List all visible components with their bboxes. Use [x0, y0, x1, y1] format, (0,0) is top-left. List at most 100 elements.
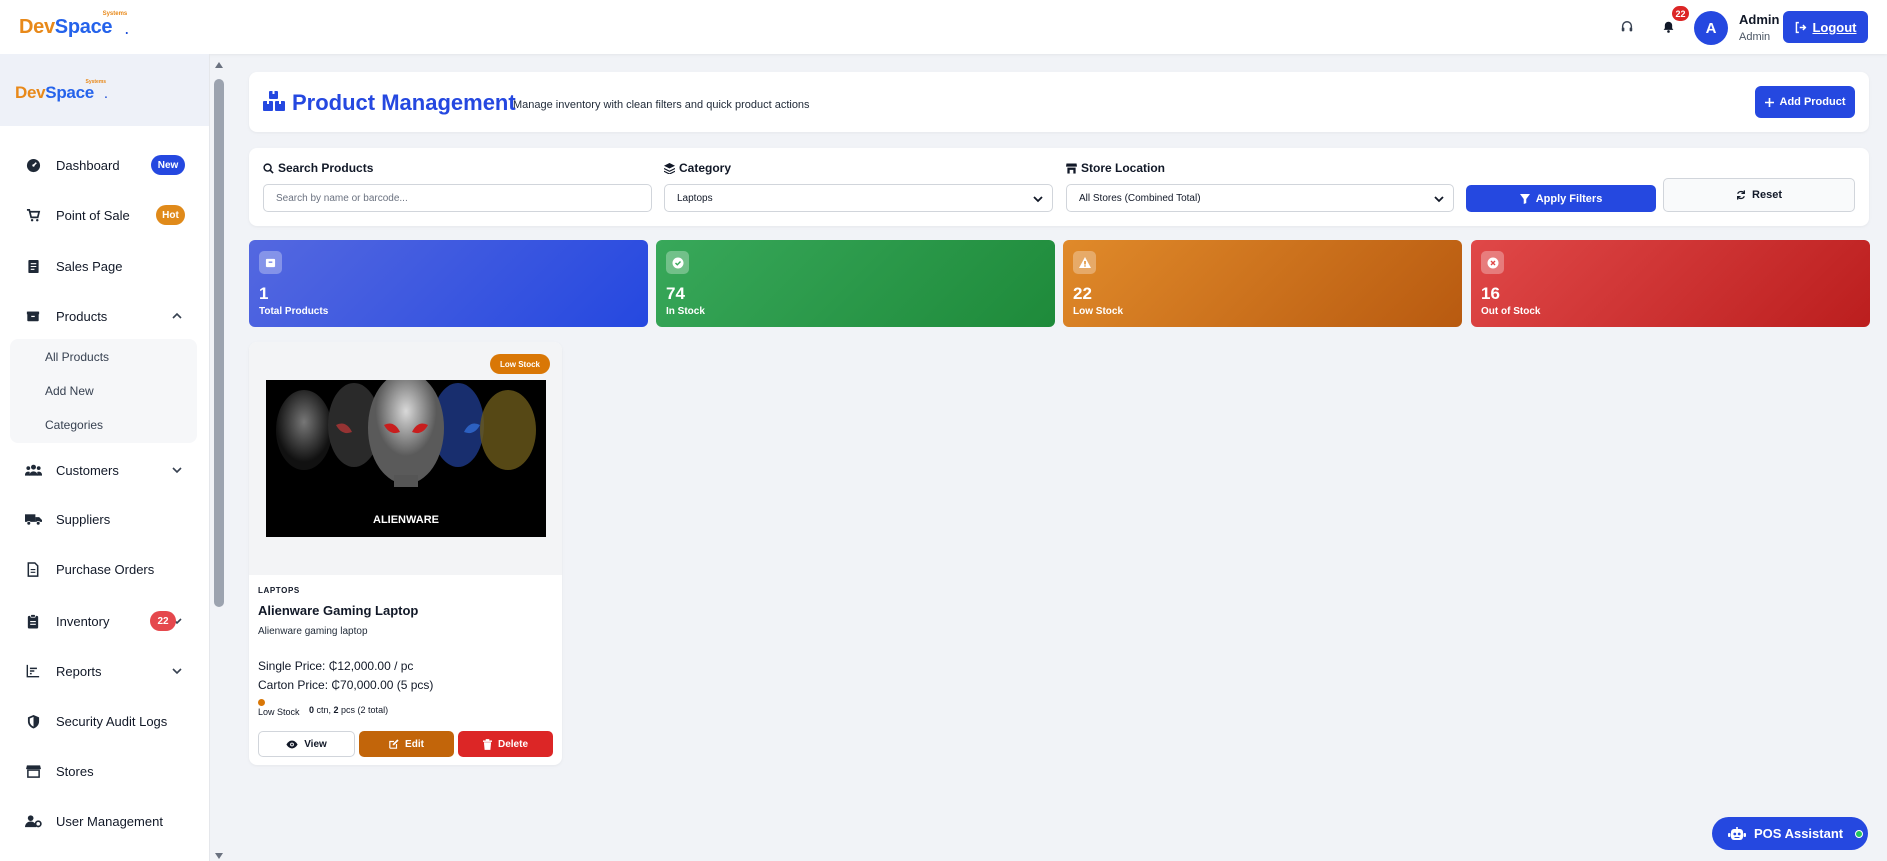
chevron-down-icon	[1434, 196, 1444, 203]
edit-button[interactable]: Edit	[359, 731, 454, 757]
reset-button[interactable]: Reset	[1663, 178, 1855, 212]
stock-ctn-unit: ctn,	[314, 705, 334, 715]
reset-label: Reset	[1752, 189, 1782, 201]
receipt-icon	[24, 257, 42, 275]
user-name: Admin	[1739, 12, 1780, 27]
layers-icon	[664, 162, 675, 174]
apply-filters-label: Apply Filters	[1535, 192, 1603, 205]
single-price: Single Price: ₵12,000.00 / pc	[258, 659, 414, 673]
logout-button[interactable]: Logout	[1783, 11, 1868, 43]
apply-filters-button[interactable]: Apply Filters	[1466, 185, 1656, 212]
sidebar-item-sales-page[interactable]: Sales Page	[24, 253, 192, 279]
sidebar-item-label: Point of Sale	[56, 207, 130, 223]
sidebar-item-reports[interactable]: Reports	[24, 658, 192, 684]
product-image[interactable]: ALIENWARE	[266, 380, 546, 537]
stock-status-dot	[258, 699, 265, 706]
sidebar-item-suppliers[interactable]: Suppliers	[24, 506, 192, 532]
page-subtitle: Manage inventory with clean filters and …	[513, 99, 810, 111]
sidebar-item-label: User Management	[56, 813, 163, 829]
shield-icon	[24, 712, 42, 730]
sidebar-item-user-management[interactable]: User Management	[24, 808, 192, 834]
stock-quantity: 0 ctn, 2 pcs (2 total)	[309, 705, 388, 715]
refresh-icon	[1737, 190, 1745, 200]
sidebar-item-customers[interactable]: Customers	[24, 457, 192, 483]
cart-icon	[24, 206, 42, 224]
top-bar	[0, 0, 1887, 54]
scroll-up-arrow-icon[interactable]	[215, 62, 223, 68]
product-category: LAPTOPS	[258, 586, 300, 595]
low-stock-badge: Low Stock	[490, 354, 550, 374]
sidebar-item-label: Products	[56, 308, 108, 324]
avatar[interactable]: A	[1694, 11, 1728, 45]
eye-icon	[286, 740, 298, 748]
scroll-down-arrow-icon[interactable]	[215, 853, 223, 859]
brand-part2: Space	[54, 16, 113, 38]
sidebar-item-label: Inventory	[56, 613, 110, 629]
chevron-down-icon	[1033, 196, 1043, 203]
sidebar-item-purchase-orders[interactable]: Purchase Orders	[24, 556, 192, 582]
badge-hot: Hot	[156, 205, 185, 225]
notification-badge: 22	[1672, 6, 1689, 21]
sidebar-brand-tag: Systems	[85, 79, 107, 85]
stat-card-low-stock: 22 Low Stock	[1063, 240, 1462, 327]
edit-label: Edit	[405, 738, 424, 750]
sidebar-item-security-audit-logs[interactable]: Security Audit Logs	[24, 708, 192, 734]
stat-label: Total Products	[259, 306, 329, 317]
sidebar: Systems Dev Space . Dashboard New Point o…	[0, 54, 210, 861]
add-product-button[interactable]: Add Product	[1755, 86, 1855, 118]
box-icon	[259, 251, 282, 274]
stat-value: 16	[1481, 284, 1500, 303]
truck-icon	[24, 510, 42, 528]
submenu-add-new[interactable]: Add New	[45, 384, 94, 398]
search-label: Search Products	[263, 161, 373, 175]
chevron-down-icon	[172, 467, 182, 474]
box-icon	[24, 307, 42, 325]
delete-button[interactable]: Delete	[458, 731, 553, 757]
logout-label: Logout	[1812, 19, 1857, 35]
pos-assistant-button[interactable]: POS Assistant	[1712, 817, 1868, 850]
category-label-text: Category	[679, 161, 732, 175]
sidebar-brand-part2: Space	[45, 83, 94, 102]
sidebar-brand-dot: .	[103, 85, 109, 102]
alienware-logo-text: ALIENWARE	[373, 514, 439, 526]
view-label: View	[304, 738, 327, 750]
submenu-categories[interactable]: Categories	[45, 418, 103, 432]
product-name[interactable]: Alienware Gaming Laptop	[258, 603, 418, 618]
stat-label: Out of Stock	[1481, 306, 1541, 317]
trash-icon	[482, 738, 492, 750]
store-label-text: Store Location	[1081, 161, 1166, 175]
sidebar-item-stores[interactable]: Stores	[24, 758, 192, 784]
stock-status: Low Stock	[258, 707, 300, 717]
user-cog-icon	[24, 812, 42, 830]
sidebar-item-products[interactable]: Products	[24, 303, 192, 329]
submenu-all-products[interactable]: All Products	[45, 350, 109, 364]
search-icon	[263, 162, 274, 174]
stat-value: 22	[1073, 284, 1092, 303]
check-circle-icon	[666, 251, 689, 274]
sidebar-item-label: Sales Page	[56, 258, 123, 274]
store-icon	[24, 762, 42, 780]
sidebar-scroll-thumb[interactable]	[214, 79, 224, 607]
brand-tag: Systems	[102, 11, 128, 17]
file-invoice-icon	[24, 560, 42, 578]
stock-pcs-unit: pcs (2 total)	[338, 705, 389, 715]
search-input[interactable]: Search by name or barcode...	[263, 184, 652, 212]
add-product-label: Add Product	[1779, 96, 1846, 108]
badge-new: New	[151, 155, 185, 175]
sidebar-item-label: Customers	[56, 462, 119, 478]
view-button[interactable]: View	[258, 731, 355, 757]
store-icon	[1066, 162, 1077, 174]
plus-icon	[1764, 97, 1774, 107]
category-select[interactable]: Laptops	[664, 184, 1053, 212]
category-select-value: Laptops	[677, 192, 713, 204]
users-icon	[24, 461, 42, 479]
store-select[interactable]: All Stores (Combined Total)	[1066, 184, 1454, 212]
brand-logo[interactable]: Systems Dev Space .	[19, 11, 129, 38]
sidebar-brand-logo[interactable]: Systems Dev Space .	[15, 79, 109, 102]
headset-icon[interactable]	[1616, 16, 1638, 38]
page-title: Product Management	[292, 90, 516, 115]
product-description: Alienware gaming laptop	[258, 626, 368, 637]
stat-card-total-products: 1 Total Products	[249, 240, 648, 327]
sidebar-item-label: Dashboard	[56, 157, 120, 173]
filter-icon	[1519, 193, 1530, 204]
